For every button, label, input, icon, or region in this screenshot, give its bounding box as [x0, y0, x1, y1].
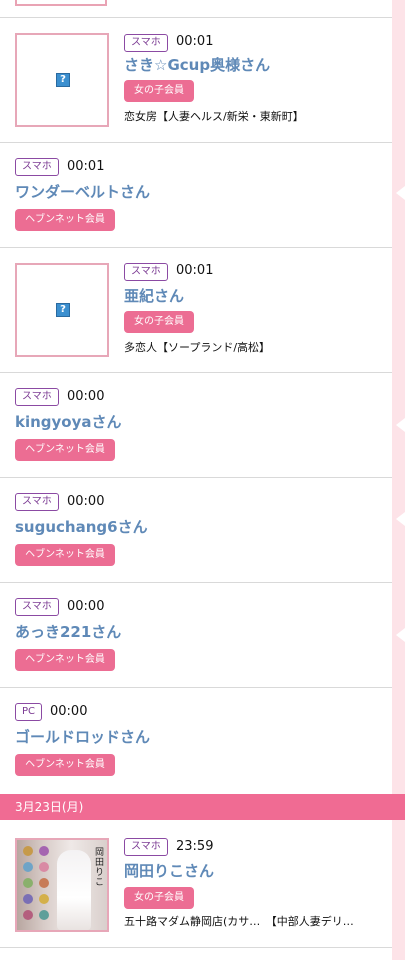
date-section-header: 3月23日(月) — [0, 794, 405, 820]
decorative-dot — [23, 862, 33, 872]
user-name-link[interactable]: あっき221さん — [15, 622, 121, 642]
device-tag: スマホ — [15, 388, 59, 406]
edge-notch — [396, 628, 405, 642]
edge-notch — [396, 418, 405, 432]
missing-image-icon: ? — [56, 303, 70, 317]
profile-photo[interactable]: 岡田りこ — [15, 838, 109, 932]
decorative-dot — [39, 910, 49, 920]
missing-image-icon: ? — [56, 73, 70, 87]
device-tag: スマホ — [15, 158, 59, 176]
member-badge: ヘブンネット会員 — [15, 209, 115, 231]
decorative-dot — [39, 846, 49, 856]
decorative-dot — [23, 846, 33, 856]
list-item[interactable]: ? スマホ 00:01 さき☆Gcup奥様さん 女の子会員 恋女房【人妻ヘルス/… — [0, 19, 392, 143]
photo-caption: 岡田りこ — [95, 848, 105, 888]
device-tag: スマホ — [15, 598, 59, 616]
edge-notch — [396, 512, 405, 526]
list-item-divider — [0, 0, 392, 18]
list-item[interactable]: スマホ 00:01 ワンダーベルトさん ヘブンネット会員 — [0, 144, 392, 248]
visit-time: 00:00 — [67, 599, 105, 614]
device-tag: スマホ — [124, 263, 168, 281]
device-tag: スマホ — [15, 493, 59, 511]
list-item[interactable]: スマホ 00:00 kingyoyaさん ヘブンネット会員 — [0, 374, 392, 478]
user-name-link[interactable]: ワンダーベルトさん — [15, 182, 150, 202]
member-badge: ヘブンネット会員 — [15, 649, 115, 671]
shop-link[interactable]: 恋女房【人妻ヘルス/新栄・東新町】 — [124, 109, 384, 125]
device-tag: PC — [15, 703, 43, 721]
device-tag: スマホ — [124, 34, 168, 52]
user-name-link[interactable]: kingyoyaさん — [15, 412, 122, 432]
list-item[interactable]: スマホ 00:00 suguchang6さん ヘブンネット会員 — [0, 479, 392, 583]
decorative-dot — [23, 894, 33, 904]
visit-time: 00:01 — [176, 34, 214, 49]
decorative-dot — [39, 862, 49, 872]
user-name-link[interactable]: さき☆Gcup奥様さん — [124, 55, 270, 75]
member-badge: 女の子会員 — [124, 887, 194, 909]
member-badge: 女の子会員 — [124, 311, 194, 333]
visit-time: 23:59 — [176, 839, 214, 854]
decorative-dot — [23, 878, 33, 888]
user-name-link[interactable]: 岡田りこさん — [124, 861, 214, 881]
shop-link[interactable]: 五十路マダム静岡店(カサ… 【中部人妻デリ… — [124, 914, 386, 930]
avatar-placeholder[interactable]: ? — [15, 263, 109, 357]
user-name-link[interactable]: suguchang6さん — [15, 517, 148, 537]
visit-time: 00:01 — [176, 263, 214, 278]
figure-silhouette — [57, 850, 91, 930]
edge-notch — [396, 186, 405, 200]
member-badge: ヘブンネット会員 — [15, 439, 115, 461]
avatar-placeholder[interactable]: ? — [15, 33, 109, 127]
decorative-dot — [23, 910, 33, 920]
visit-time: 00:00 — [50, 704, 88, 719]
list-item[interactable]: スマホ 00:00 あっき221さん ヘブンネット会員 — [0, 584, 392, 688]
user-name-link[interactable]: ゴールドロッドさん — [15, 727, 150, 747]
shop-link[interactable]: 多恋人【ソープランド/高松】 — [124, 340, 384, 356]
device-tag: スマホ — [124, 838, 168, 856]
user-name-link[interactable]: 亜紀さん — [124, 286, 184, 306]
decorative-dot — [39, 878, 49, 888]
visit-time: 00:00 — [67, 494, 105, 509]
visit-time: 00:01 — [67, 159, 105, 174]
member-badge: ヘブンネット会員 — [15, 754, 115, 776]
list-item[interactable]: PC 00:00 ゴールドロッドさん ヘブンネット会員 — [0, 689, 392, 794]
list-item[interactable]: ? スマホ 00:01 亜紀さん 女の子会員 多恋人【ソープランド/高松】 — [0, 249, 392, 373]
member-badge: ヘブンネット会員 — [15, 544, 115, 566]
decorative-dot — [39, 894, 49, 904]
visit-time: 00:00 — [67, 389, 105, 404]
list-item[interactable]: 岡田りこ スマホ 23:59 岡田りこさん 女の子会員 五十路マダム静岡店(カサ… — [0, 820, 392, 948]
member-badge: 女の子会員 — [124, 80, 194, 102]
